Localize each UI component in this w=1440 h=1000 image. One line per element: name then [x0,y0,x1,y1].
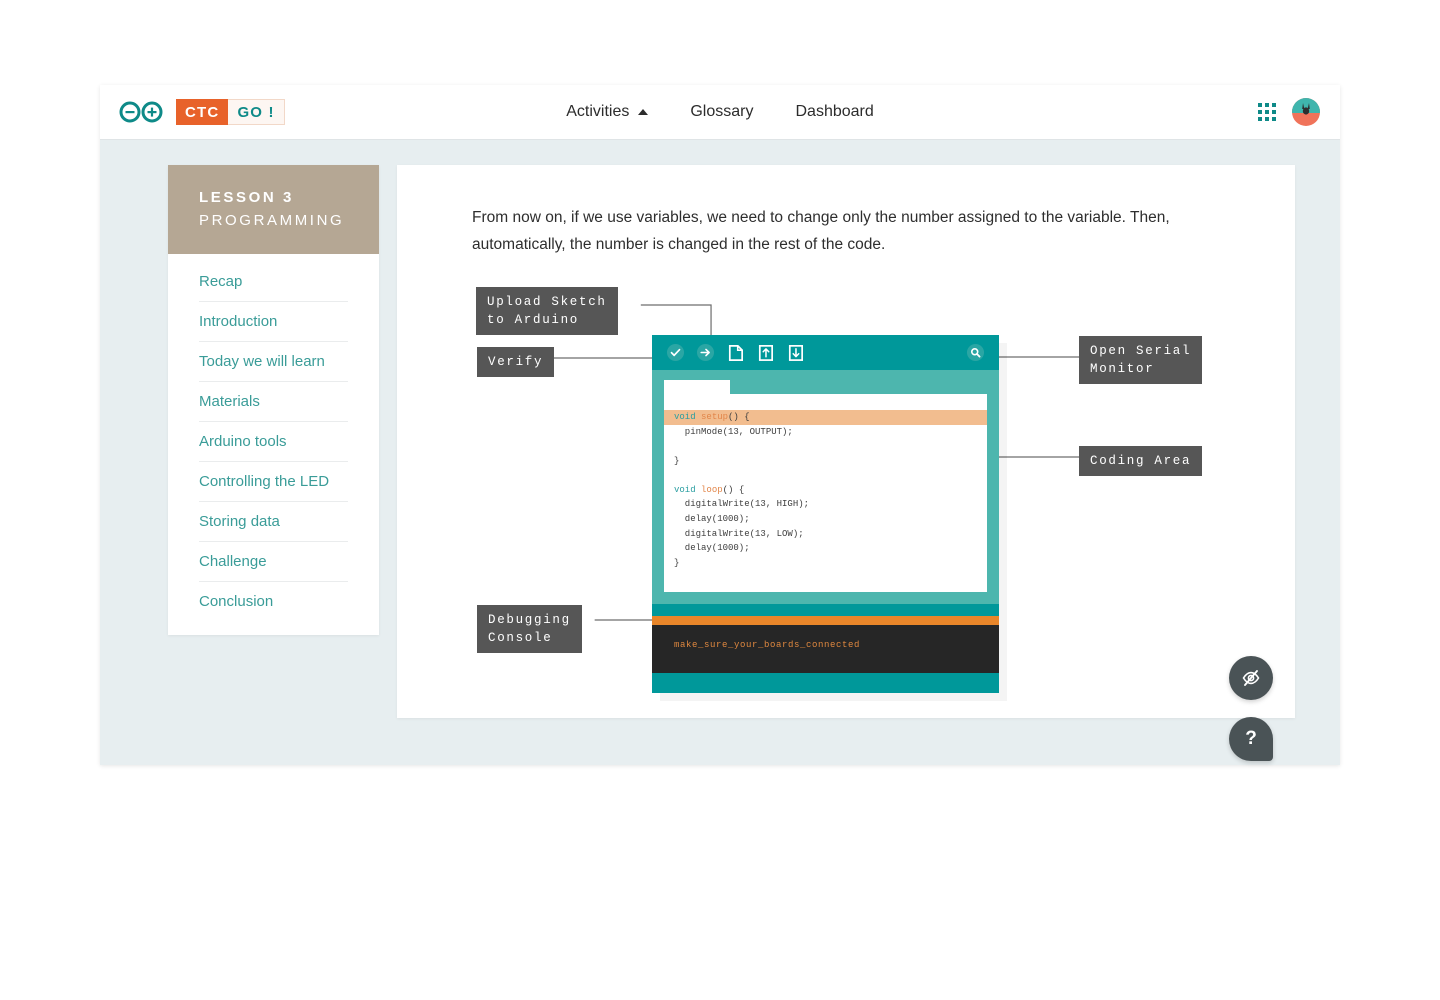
lesson-sidebar: LESSON 3 PROGRAMMING Recap Introduction … [168,165,379,635]
nav-item-activities[interactable]: Activities [566,103,649,121]
code-line-4: void loop() { [664,483,987,498]
sidebar-item-materials[interactable]: Materials [199,382,348,422]
help-button[interactable]: ? [1229,717,1273,761]
lesson-subject: PROGRAMMING [199,211,345,229]
ide-message-strip [652,616,999,626]
avatar-bunny-icon [1302,103,1310,115]
arduino-infinity-icon [119,101,163,123]
save-sketch-icon[interactable] [786,343,805,362]
code-line-1: void setup() { [664,410,987,425]
lesson-number: LESSON 3 [199,189,294,206]
ide-footer [652,673,999,694]
serial-monitor-search-icon [966,343,985,362]
sidebar-item-storing-data[interactable]: Storing data [199,502,348,542]
console-message: make_sure_your_boards_connected [674,640,861,651]
code-keyword: void [674,484,696,495]
code-line-7: digitalWrite(13, LOW); [674,528,804,539]
hide-eye-icon [1242,670,1260,686]
app-window: CTC GO ! Activities Glossary Dashboard L… [100,85,1340,765]
ide-diagram: Upload Sketch to Arduino Verify Open Ser… [397,165,1295,718]
code-top-gap [664,394,987,410]
hide-annotations-button[interactable] [1229,656,1273,700]
code-line-highlighted: void setup() { [664,410,987,425]
sketch-tab[interactable] [664,380,730,394]
debugging-console: make_sure_your_boards_connected [652,625,999,674]
nav-item-label: Dashboard [795,103,874,120]
go-label: GO ! [228,99,285,125]
sidebar-item-conclusion[interactable]: Conclusion [199,582,348,621]
nav-item-label: Glossary [690,103,754,120]
lesson-banner: LESSON 3 PROGRAMMING [168,165,379,254]
ide-status-strip [652,604,999,617]
verify-check-icon[interactable] [666,343,685,362]
code-line-5: digitalWrite(13, HIGH); [674,499,810,510]
callout-upload-sketch: Upload Sketch to Arduino [476,287,618,336]
help-label: ? [1245,728,1257,749]
page-body: LESSON 3 PROGRAMMING Recap Introduction … [100,140,1340,765]
main-nav: Activities Glossary Dashboard [100,103,1340,121]
code-line-3: } [674,455,680,466]
ctc-label: CTC [176,99,229,125]
code-function: setup [701,412,729,422]
ide-editor-shell: void setup() { pinMode(13, OUTPUT); } vo… [652,370,999,605]
sidebar-item-introduction[interactable]: Introduction [199,302,348,342]
lesson-toc: Recap Introduction Today we will learn M… [168,254,379,635]
apps-grid-icon[interactable] [1258,103,1276,121]
code-line-8: delay(1000); [674,543,750,554]
code-line-6: delay(1000); [674,514,750,525]
code-line-blank [664,439,987,454]
header-right-actions [1258,98,1320,126]
nav-item-glossary[interactable]: Glossary [690,103,753,121]
code-line-blank-2 [664,468,987,483]
sidebar-item-controlling-the-led[interactable]: Controlling the LED [199,462,348,502]
upload-arrow-icon[interactable] [696,343,715,362]
callout-verify: Verify [477,347,555,378]
sidebar-item-today-we-will-learn[interactable]: Today we will learn [199,342,348,382]
arduino-ide-mockup: void setup() { pinMode(13, OUTPUT); } vo… [652,335,999,694]
sidebar-item-arduino-tools[interactable]: Arduino tools [199,422,348,462]
callout-open-serial-monitor: Open Serial Monitor [1079,336,1203,385]
code-punctuation: () { [722,484,745,495]
caret-up-icon [638,109,649,115]
callout-coding-area: Coding Area [1079,446,1203,477]
nav-item-label: Activities [566,103,630,120]
sidebar-item-challenge[interactable]: Challenge [199,542,348,582]
open-sketch-icon[interactable] [756,343,775,362]
site-header: CTC GO ! Activities Glossary Dashboard [100,85,1340,140]
callout-debugging-console: Debugging Console [477,605,582,654]
content-card: From now on, if we use variables, we nee… [397,165,1295,761]
code-line-2: pinMode(13, OUTPUT); [674,426,793,437]
avatar[interactable] [1292,98,1320,126]
new-sketch-icon[interactable] [726,343,745,362]
code-keyword: void [674,412,696,422]
code-punctuation: () { [728,412,750,422]
code-line-9: } [674,557,680,568]
code-function: loop [701,484,723,495]
brand-logo[interactable]: CTC GO ! [118,99,285,125]
sidebar-item-recap[interactable]: Recap [199,262,348,302]
serial-monitor-button[interactable] [966,343,985,362]
ctc-go-logo: CTC GO ! [176,99,285,125]
coding-area[interactable]: void setup() { pinMode(13, OUTPUT); } vo… [664,394,987,593]
nav-item-dashboard[interactable]: Dashboard [795,103,873,121]
ide-toolbar [652,335,999,370]
